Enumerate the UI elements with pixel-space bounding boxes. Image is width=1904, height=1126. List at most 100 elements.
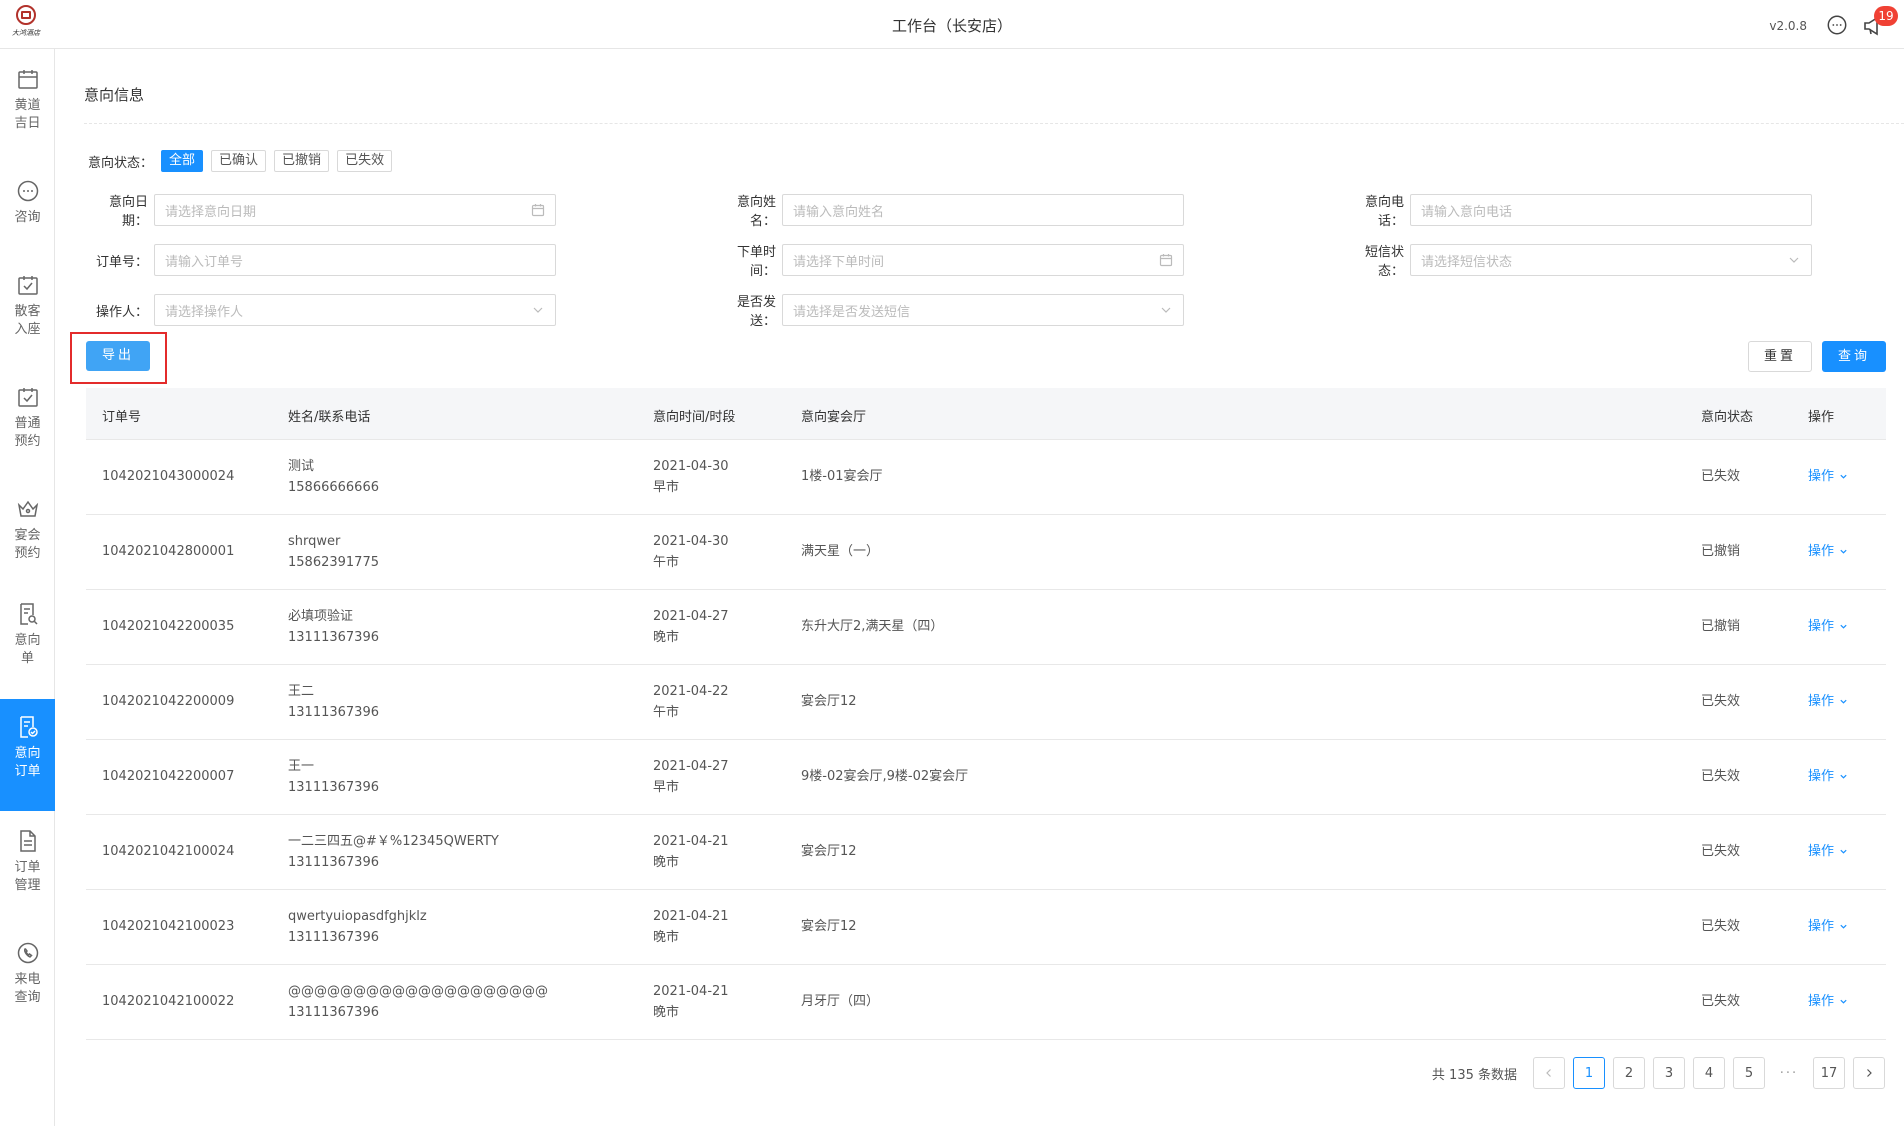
order-no-cell: 1042021042200007	[102, 769, 235, 784]
column-header-order-no: 订单号	[102, 410, 142, 425]
sidebar-item-intent-orders[interactable]: 意向订单	[0, 699, 55, 811]
message-icon[interactable]	[1826, 14, 1848, 36]
column-header-hall: 意向宴会厅	[801, 410, 867, 425]
chat-icon	[17, 180, 38, 202]
status-option-all[interactable]: 全部	[161, 150, 204, 172]
status-cell: 已撤销	[1701, 619, 1741, 634]
page-button[interactable]: 1	[1573, 1057, 1605, 1089]
name-phone-cell: shrqwer 15862391775	[288, 531, 379, 573]
page-title: 意向信息	[84, 86, 145, 104]
status-option-expired[interactable]: 已失效	[337, 150, 393, 172]
intent-time-cell: 2021-04-21 晚市	[653, 981, 729, 1023]
order-no-placeholder: 请输入订单号	[165, 254, 244, 270]
sidebar-item-consult[interactable]: 咨询	[0, 179, 55, 259]
customer-name: 王一	[288, 759, 315, 774]
action-dropdown[interactable]: 操作	[1808, 991, 1848, 1012]
hall-cell: 宴会厅12	[801, 694, 857, 709]
chevron-down-icon	[1840, 924, 1847, 929]
sidebar-item-label: 宴会预约	[14, 528, 41, 561]
chevron-right-icon	[1867, 1069, 1872, 1077]
calendar-icon	[531, 204, 545, 217]
status-filter-label: 意向状态：	[88, 155, 154, 171]
sidebar-item-normal-booking[interactable]: 普通预约	[0, 385, 55, 485]
query-button[interactable]: 查询	[1822, 341, 1886, 372]
action-dropdown[interactable]: 操作	[1808, 916, 1848, 937]
table-row: 1042021042800001 shrqwer 15862391775 2021-0…	[86, 515, 1886, 590]
next-page-button[interactable]	[1853, 1057, 1885, 1089]
order-no-input[interactable]: 请输入订单号	[154, 244, 556, 276]
order-no-cell: 1042021042100024	[102, 844, 235, 859]
notification-badge: 19	[1874, 6, 1898, 26]
chevron-down-icon	[1840, 549, 1847, 554]
intent-time-cell: 2021-04-21 晚市	[653, 831, 729, 873]
action-dropdown[interactable]: 操作	[1808, 766, 1848, 787]
action-dropdown[interactable]: 操作	[1808, 616, 1848, 637]
intent-period: 早市	[653, 780, 680, 795]
page-button[interactable]: 17	[1813, 1057, 1845, 1089]
document-badge-icon	[19, 716, 38, 738]
intent-phone-label: 意向电话：	[1364, 195, 1404, 229]
name-phone-cell: @@@@@@@@@@@@@@@@@@@@ 13111367396	[288, 981, 548, 1023]
status-option-confirmed[interactable]: 已确认	[211, 150, 267, 172]
status-cell: 已撤销	[1701, 544, 1741, 559]
calendar-icon	[1159, 254, 1173, 267]
sms-sent-select[interactable]: 请选择是否发送短信	[782, 294, 1184, 326]
intent-time-cell: 2021-04-27 晚市	[653, 606, 729, 648]
status-cell: 已失效	[1701, 994, 1741, 1009]
customer-name: 王二	[288, 684, 315, 699]
table-row: 1042021042200035 必填项验证 13111367396 2021-04-…	[86, 590, 1886, 665]
order-time-input[interactable]: 请选择下单时间	[782, 244, 1184, 276]
sidebar-item-call-lookup[interactable]: 来电查询	[0, 941, 55, 1041]
status-cell: 已失效	[1701, 769, 1741, 784]
sms-status-select[interactable]: 请选择短信状态	[1410, 244, 1812, 276]
sidebar-item-walk-in[interactable]: 散客入座	[0, 273, 55, 373]
sidebar-item-banquet-booking[interactable]: 宴会预约	[0, 497, 55, 597]
table-row: 1042021042100024 一二三四五@#￥%12345QWERTY 1311…	[86, 815, 1886, 890]
action-dropdown[interactable]: 操作	[1808, 691, 1848, 712]
sidebar-item-label: 咨询	[14, 210, 41, 225]
sms-status-label: 短信状态：	[1364, 245, 1404, 279]
page-button[interactable]: 3	[1653, 1057, 1685, 1089]
page-button[interactable]: 4	[1693, 1057, 1725, 1089]
reset-button[interactable]: 重置	[1748, 341, 1812, 372]
intent-phone-input[interactable]: 请输入意向电话	[1410, 194, 1812, 226]
intent-time-cell: 2021-04-21 晚市	[653, 906, 729, 948]
action-dropdown[interactable]: 操作	[1808, 466, 1848, 487]
status-option-cancelled[interactable]: 已撤销	[274, 150, 330, 172]
intent-name-input[interactable]: 请输入意向姓名	[782, 194, 1184, 226]
customer-phone: 13111367396	[288, 1005, 379, 1020]
page-ellipsis: ···	[1773, 1057, 1805, 1089]
operator-select[interactable]: 请选择操作人	[154, 294, 556, 326]
status-cell: 已失效	[1701, 844, 1741, 859]
hall-cell: 宴会厅12	[801, 844, 857, 859]
page-button[interactable]: 5	[1733, 1057, 1765, 1089]
order-no-label: 订单号：	[95, 254, 148, 270]
action-label: 操作	[1808, 994, 1835, 1009]
name-phone-cell: 一二三四五@#￥%12345QWERTY 13111367396	[288, 831, 499, 873]
intent-date-input[interactable]: 请选择意向日期	[154, 194, 556, 226]
export-button[interactable]: 导出	[86, 341, 150, 371]
status-cell: 已失效	[1701, 469, 1741, 484]
intent-name-field: 意向姓名： 请输入意向姓名	[714, 194, 1184, 229]
page-button[interactable]: 2	[1613, 1057, 1645, 1089]
status-cell: 已失效	[1701, 694, 1741, 709]
prev-page-button[interactable]	[1533, 1057, 1565, 1089]
order-no-cell: 1042021042800001	[102, 544, 235, 559]
intent-period: 午市	[653, 555, 680, 570]
sidebar-item-label: 黄道吉日	[14, 98, 41, 131]
order-time-field: 下单时间： 请选择下单时间	[714, 244, 1184, 279]
name-phone-cell: 必填项验证 13111367396	[288, 606, 379, 648]
action-dropdown[interactable]: 操作	[1808, 841, 1848, 862]
intent-period: 早市	[653, 480, 680, 495]
chevron-down-icon	[533, 307, 543, 313]
sidebar-item-order-management[interactable]: 订单管理	[0, 829, 55, 929]
order-time-label: 下单时间：	[736, 245, 776, 279]
intent-date: 2021-04-21	[653, 909, 729, 924]
action-dropdown[interactable]: 操作	[1808, 541, 1848, 562]
document-search-icon	[19, 603, 38, 625]
customer-name: qwertyuiopasdfghjklz	[288, 909, 427, 924]
sidebar-item-lucky-days[interactable]: 黄道吉日	[0, 67, 55, 167]
customer-name: 测试	[288, 459, 315, 474]
customer-phone: 13111367396	[288, 630, 379, 645]
operator-field: 操作人： 请选择操作人	[86, 294, 556, 326]
